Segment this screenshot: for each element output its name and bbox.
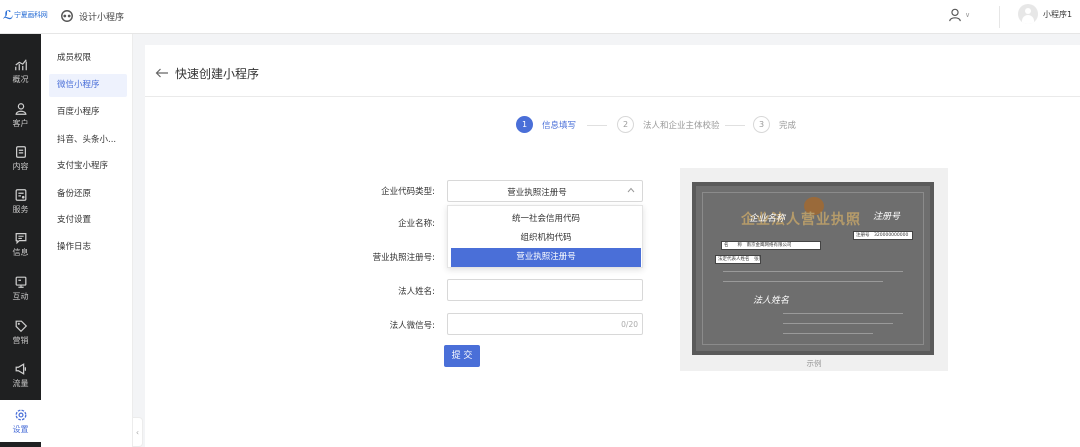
char-counter: 0/20: [621, 320, 638, 329]
code-type-value: 营业执照注册号: [507, 188, 567, 198]
chevron-down-icon: ∨: [965, 11, 971, 19]
nav-label: 互动: [12, 291, 29, 301]
nav-label: 内容: [12, 161, 29, 171]
text-line: [723, 271, 903, 272]
legal-name-label: 法人姓名:: [398, 287, 435, 297]
subnav-item-wechat-miniprogram[interactable]: 微信小程序: [49, 74, 127, 97]
note-company: 企业名称: [749, 214, 786, 224]
nav-label: 概况: [12, 74, 29, 84]
example-reg-box: 注册号 320000000000: [853, 231, 913, 240]
step-connector: [587, 125, 607, 126]
nav-item-interaction[interactable]: 互动: [0, 269, 41, 307]
code-type-select[interactable]: 营业执照注册号: [447, 180, 643, 202]
logo-mark-icon: ℒ: [3, 8, 14, 22]
nav-item-overview[interactable]: 概况: [0, 52, 41, 90]
subnav-item-baidu-miniprogram[interactable]: 百度小程序: [49, 101, 127, 124]
legal-wechat-label: 法人微信号:: [389, 321, 435, 331]
nav-label: 设置: [12, 424, 29, 434]
page-title: 快速创建小程序: [175, 67, 260, 81]
step-1: 1 信息填写: [516, 116, 576, 133]
main-panel: 快速创建小程序 1 信息填写 2 法人和企业主体校验 3 完成 企业代码类型: …: [145, 45, 1080, 447]
step-number: 2: [617, 116, 634, 133]
example-caption: 示例: [806, 359, 822, 368]
miniprogram-icon: [61, 10, 73, 22]
interact-icon: [15, 276, 26, 288]
step-number: 3: [753, 116, 770, 133]
document-icon: [15, 145, 26, 158]
divider: [999, 6, 1000, 28]
example-legal-box: 法定代表人姓名 张某: [715, 255, 761, 264]
code-type-dropdown: 统一社会信用代码 组织机构代码 营业执照注册号: [447, 205, 643, 268]
example-card: 企业法人营业执照 企业名称 注册号 法人姓名 名 称 南京金鹰网络有限公司 注册…: [680, 168, 948, 371]
step-3: 3 完成: [753, 116, 796, 133]
tag-icon: [15, 320, 27, 332]
app-switcher[interactable]: 设计小程序: [60, 9, 124, 23]
dropdown-option-selected[interactable]: 营业执照注册号: [451, 248, 641, 267]
nav-item-content[interactable]: 内容: [0, 139, 41, 177]
company-name-label: 企业名称:: [398, 219, 435, 229]
code-type-label: 企业代码类型:: [381, 187, 435, 197]
nav-label: 营销: [12, 335, 29, 345]
nav-label: 流量: [12, 378, 29, 388]
step-2: 2 法人和企业主体校验: [617, 116, 720, 133]
service-icon: [15, 188, 26, 201]
nav-item-traffic[interactable]: 流量: [0, 356, 41, 394]
text-line: [723, 281, 883, 282]
example-license-image: 企业法人营业执照 企业名称 注册号 法人姓名 名 称 南京金鹰网络有限公司 注册…: [692, 182, 934, 355]
text-line: [783, 333, 873, 334]
account-dropdown[interactable]: ∨: [948, 5, 970, 25]
megaphone-icon: [15, 362, 26, 375]
subnav-item-douyin-miniprogram[interactable]: 抖音、头条小...: [49, 129, 127, 152]
text-line: [783, 323, 893, 324]
nav-label: 客户: [12, 118, 29, 128]
note-reg: 注册号: [873, 212, 901, 222]
step-label: 信息填写: [542, 120, 577, 131]
subnav-item-members[interactable]: 成员权限: [49, 47, 127, 70]
nav-item-settings[interactable]: 设置: [0, 400, 41, 442]
nav-item-customers[interactable]: 客户: [0, 96, 41, 134]
back-arrow-icon[interactable]: [155, 68, 169, 78]
avatar[interactable]: [1018, 4, 1038, 24]
legal-name-input[interactable]: [447, 279, 643, 301]
nav-label: 信息: [12, 247, 29, 257]
license-no-label: 营业执照注册号:: [372, 253, 435, 263]
subnav-item-alipay-miniprogram[interactable]: 支付宝小程序: [49, 155, 127, 178]
step-label: 完成: [779, 120, 797, 131]
message-icon: [15, 232, 26, 244]
dropdown-option[interactable]: 组织机构代码: [451, 229, 641, 248]
nav-item-services[interactable]: 服务: [0, 182, 41, 220]
nav-item-marketing[interactable]: 营销: [0, 313, 41, 351]
primary-nav: 概况 客户 内容 服务 信息 互动 营销 流量 设置: [0, 34, 41, 447]
chart-icon: [14, 58, 27, 70]
secondary-nav: 成员权限 微信小程序 百度小程序 抖音、头条小... 支付宝小程序 备份还原 支…: [41, 34, 133, 447]
subnav-item-backup[interactable]: 备份还原: [49, 183, 127, 206]
note-legal: 法人姓名: [753, 296, 790, 306]
step-connector: [725, 125, 745, 126]
user-icon: [15, 102, 26, 115]
step-number: 1: [516, 116, 533, 133]
app-title: 设计小程序: [79, 12, 125, 23]
text-line: [783, 313, 903, 314]
chevron-up-icon: [627, 187, 635, 193]
step-label: 法人和企业主体校验: [643, 120, 720, 131]
logo-text: 宁夏画科网: [14, 11, 48, 19]
user-name[interactable]: 小程序1: [1043, 9, 1072, 20]
subnav-item-payment[interactable]: 支付设置: [49, 209, 127, 232]
subnav-item-logs[interactable]: 操作日志: [49, 236, 127, 259]
collapse-sidebar-button[interactable]: ‹: [133, 417, 143, 447]
settings-icon: [15, 409, 26, 420]
legal-wechat-input[interactable]: 0/20: [447, 313, 643, 335]
logo[interactable]: ℒ 宁夏画科网: [3, 9, 48, 21]
nav-label: 服务: [12, 204, 29, 214]
example-company-box: 名 称 南京金鹰网络有限公司: [721, 241, 821, 250]
dropdown-option[interactable]: 统一社会信用代码: [451, 210, 641, 229]
submit-button[interactable]: 提 交: [444, 345, 480, 367]
person-icon: [949, 8, 961, 22]
top-bar: ℒ 宁夏画科网 设计小程序 ∨ 小程序1: [0, 0, 1080, 34]
divider: [145, 96, 1080, 97]
nav-item-messages[interactable]: 信息: [0, 225, 41, 263]
